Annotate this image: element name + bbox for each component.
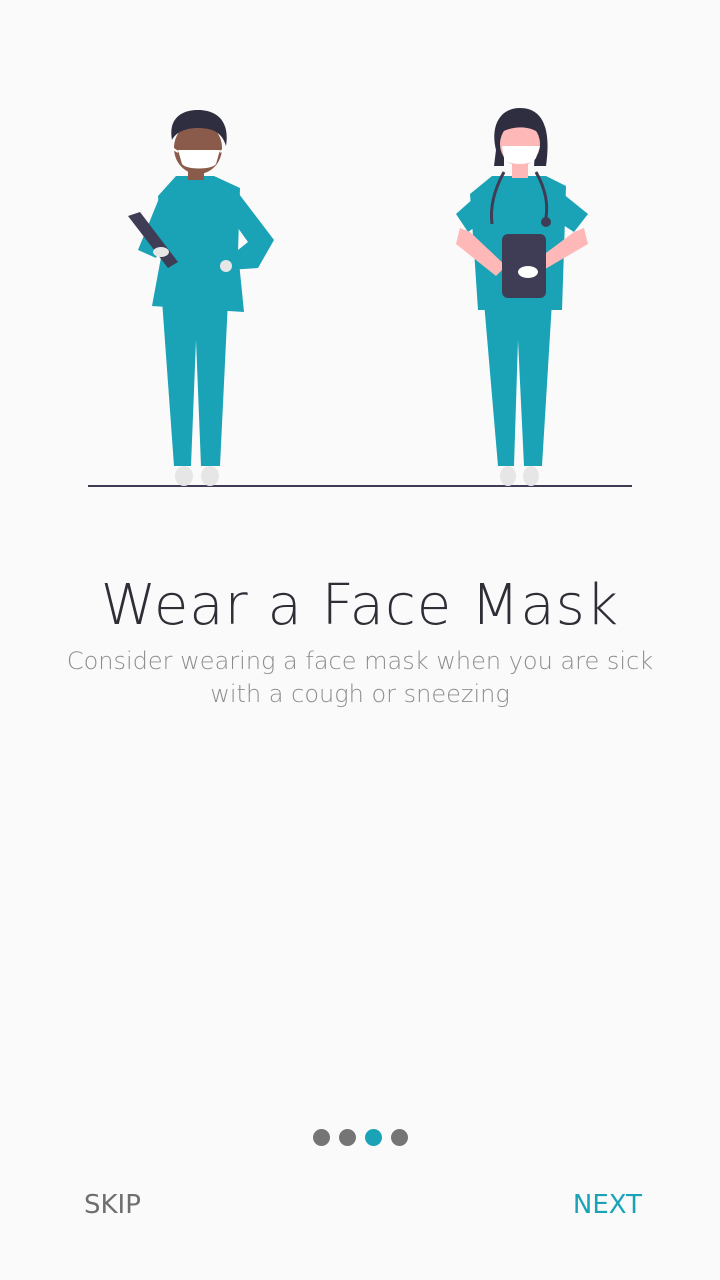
next-button[interactable]: NEXT: [573, 1185, 642, 1225]
page-title: Wear a Face Mask: [100, 573, 620, 638]
page-indicator-dot-3-active[interactable]: [364, 1129, 382, 1146]
page-subtitle: Consider wearing a face mask when you ar…: [66, 647, 654, 708]
left-worker-figure: [128, 110, 274, 486]
page-indicator: [0, 1129, 720, 1146]
skip-button[interactable]: SKIP: [84, 1185, 141, 1225]
healthcare-workers-illustration: [88, 108, 632, 487]
page-indicator-dot-1[interactable]: [312, 1129, 330, 1146]
page-indicator-dot-2[interactable]: [338, 1129, 356, 1146]
page-indicator-dot-4[interactable]: [390, 1129, 408, 1146]
right-worker-figure: [456, 108, 588, 486]
onboarding-screen: Wear a Face Mask Consider wearing a face…: [0, 0, 720, 1280]
